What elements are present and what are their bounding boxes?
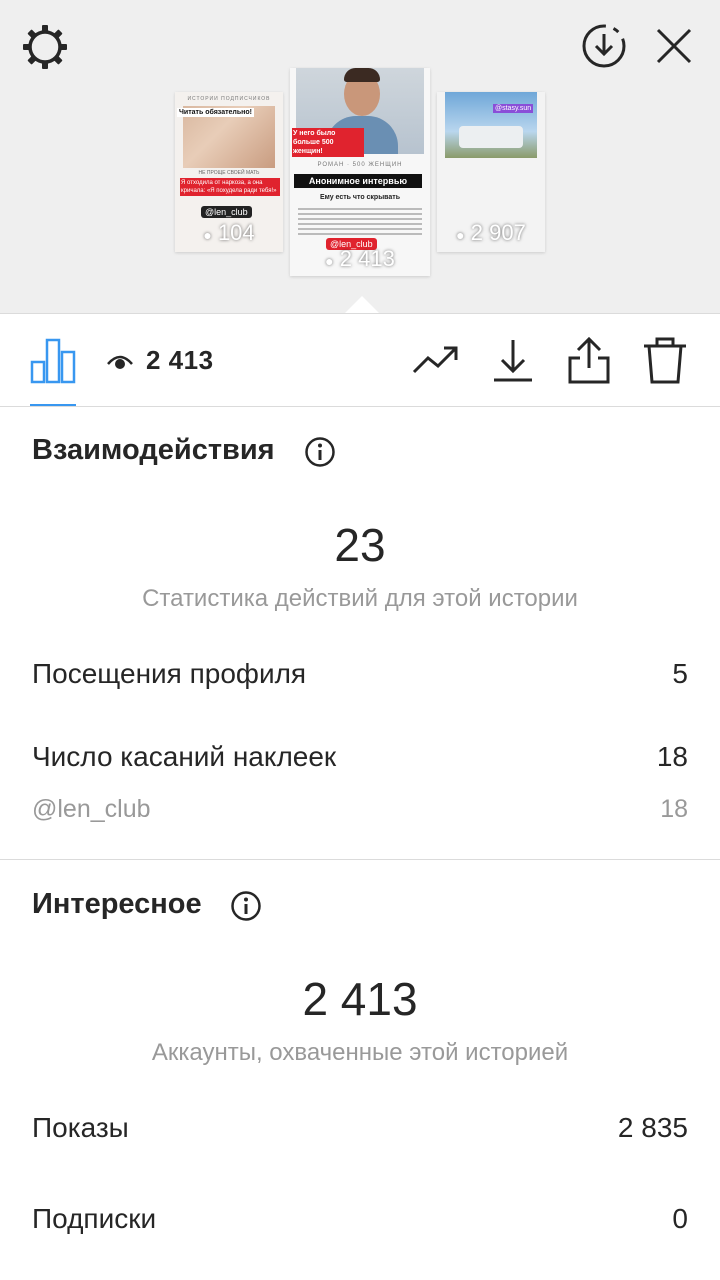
interactions-total: 23 [334, 519, 386, 571]
trending-icon[interactable] [410, 336, 460, 386]
download-circle-icon[interactable] [580, 22, 628, 70]
reach-total: 2 413 [302, 973, 418, 1025]
story-preview-area: ИСТОРИИ ПОДПИСЧИКОВ Читать обязательно! … [0, 0, 720, 314]
story-views-overlay: ● 104 [203, 220, 255, 245]
story-tag[interactable]: @stasy.sun [493, 104, 534, 113]
story-subtitle: Ему есть что скрывать [319, 194, 401, 201]
views-count: 2 413 [146, 345, 214, 375]
story-views-overlay: ● 2 413 [325, 246, 395, 271]
impressions-label: Показы [32, 1112, 129, 1143]
close-icon[interactable] [652, 24, 696, 68]
follows-label: Подписки [32, 1203, 157, 1234]
toolbar-divider [0, 406, 720, 407]
reach-caption: Аккаунты, охваченные этой историей [151, 1039, 569, 1066]
interactions-caption: Статистика действий для этой истории [142, 585, 578, 612]
story-title: Анонимное интервью [294, 174, 422, 188]
impressions-value: 2 835 [617, 1112, 688, 1143]
section-divider [0, 859, 720, 860]
discovery-title: Интересное [32, 888, 202, 920]
sticker-mention-label[interactable]: @len_club [32, 795, 151, 824]
download-icon[interactable] [488, 336, 538, 386]
story-body-lines [298, 208, 422, 238]
profile-visits-value: 5 [672, 658, 688, 689]
story-thumbnail-center[interactable]: У него было больше 500 женщин! РОМАН · 5… [290, 68, 430, 276]
rv-image [445, 92, 537, 158]
sticker-mention-value: 18 [660, 795, 688, 823]
follows-value: 0 [672, 1203, 688, 1234]
sticker-taps-label: Число касаний наклеек [32, 741, 337, 772]
sticker-taps-value: 18 [656, 741, 688, 772]
share-icon[interactable] [564, 336, 614, 386]
story-thumbnail-left[interactable]: ИСТОРИИ ПОДПИСЧИКОВ Читать обязательно! … [175, 92, 283, 252]
info-icon[interactable] [230, 890, 262, 922]
insights-toolbar: 2 413 [0, 314, 720, 406]
bar-chart-icon[interactable] [30, 338, 76, 384]
story-tag[interactable]: @len_club [201, 206, 252, 218]
story-thumbnail-right[interactable]: @stasy.sun ● 2 907 [437, 92, 545, 252]
eye-icon [107, 355, 133, 369]
gear-icon[interactable] [20, 22, 70, 72]
profile-visits-label: Посещения профиля [32, 658, 307, 689]
story-byline: РОМАН · 500 ЖЕНЩИН [317, 162, 403, 168]
story-headline: Я отходила от наркоза, а она кричала: «Я… [180, 178, 280, 196]
story-header: ИСТОРИИ ПОДПИСЧИКОВ [187, 96, 271, 102]
story-badge: Читать обязательно! [177, 108, 254, 117]
trash-icon[interactable] [640, 336, 690, 386]
selected-story-pointer [344, 296, 380, 314]
interactions-title: Взаимодействия [32, 434, 275, 466]
story-badge: У него было больше 500 женщин! [292, 128, 364, 157]
story-views-overlay: ● 2 907 [456, 220, 526, 245]
story-sub: НЕ ПРОЩЕ СВОЕЙ МАТЬ [198, 170, 260, 176]
info-icon[interactable] [304, 436, 336, 468]
